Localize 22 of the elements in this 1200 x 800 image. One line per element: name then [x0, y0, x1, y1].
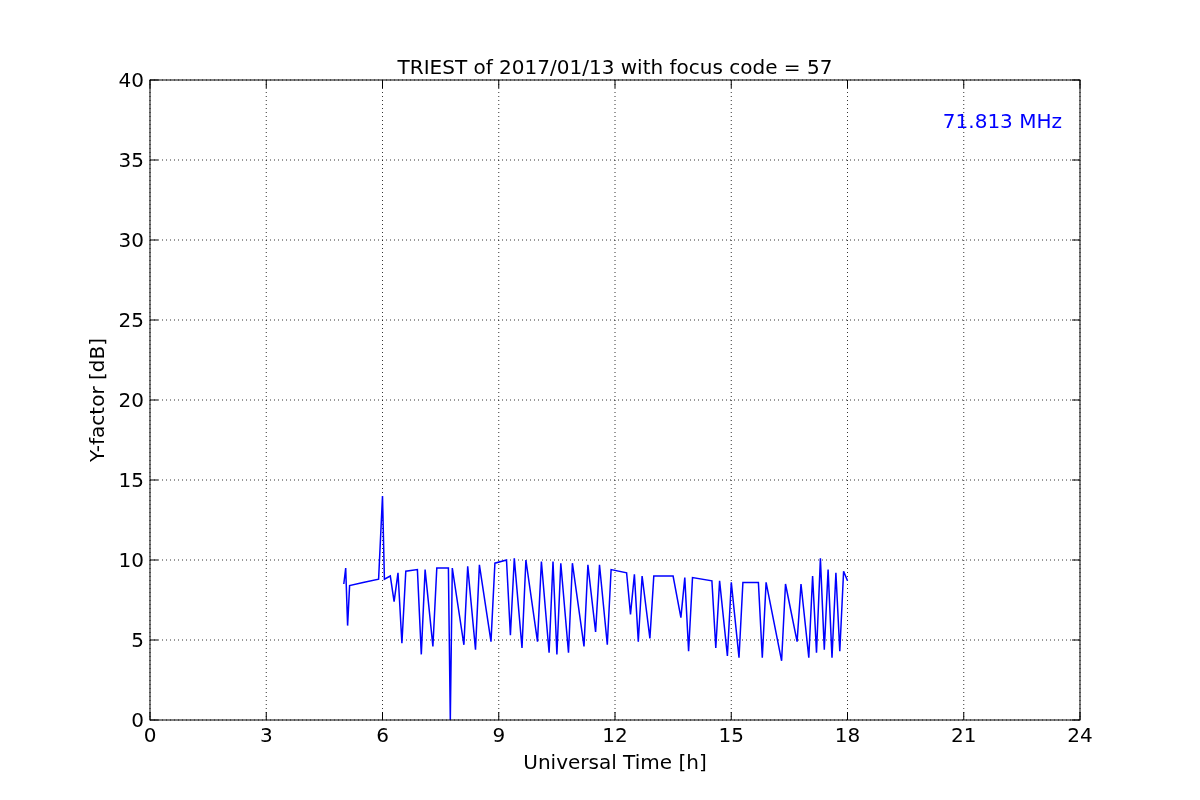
x-tick-label: 18 [834, 723, 861, 747]
y-tick-label: 15 [118, 468, 144, 492]
x-tick-label: 12 [602, 723, 628, 747]
x-axis-label: Universal Time [h] [523, 750, 707, 774]
y-tick-label: 35 [118, 148, 144, 172]
y-tick-label: 40 [118, 68, 144, 92]
x-tick-label: 21 [951, 723, 977, 747]
y-tick-label: 0 [131, 708, 144, 732]
x-tick-label: 3 [259, 723, 273, 747]
y-axis-label: Y-factor [dB] [85, 338, 109, 462]
x-tick-label: 6 [376, 723, 389, 747]
y-tick-label: 5 [131, 628, 144, 652]
series-label: 71.813 MHz [942, 109, 1062, 133]
x-tick-label: 9 [492, 723, 506, 747]
y-tick-label: 25 [118, 308, 144, 332]
x-tick-label: 0 [143, 723, 157, 747]
y-tick-label: 20 [118, 388, 144, 412]
y-tick-label: 10 [118, 548, 144, 572]
x-tick-label: 15 [718, 723, 744, 747]
x-tick-label: 24 [1067, 723, 1093, 747]
chart-title: TRIEST of 2017/01/13 with focus code = 57 [397, 55, 833, 79]
y-tick-label: 30 [118, 228, 144, 252]
